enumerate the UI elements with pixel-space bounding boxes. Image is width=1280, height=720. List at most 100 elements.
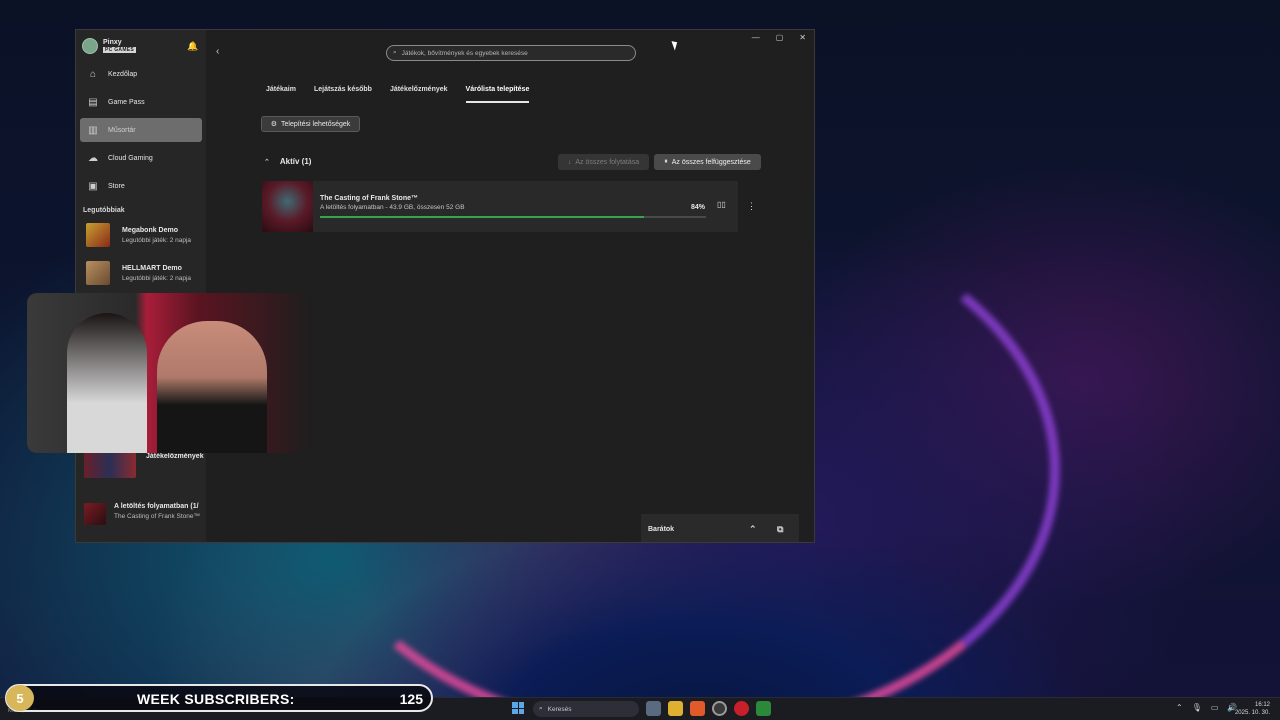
sidebar-item-label: Store [108, 182, 125, 190]
goal-label: WEEK SUBSCRIBERS: [137, 691, 295, 707]
recent-title: HELLMART Demo [122, 264, 182, 272]
maximize-button[interactable]: ▢ [776, 33, 784, 42]
history-label: Játékelőzmények [146, 453, 204, 460]
sidebar-nav: ⌂ Kezdőlap ▤ Game Pass ▥ Műsortár ☁ Clou… [80, 62, 202, 202]
xbox-icon[interactable] [756, 701, 771, 716]
progress-fill [320, 216, 645, 218]
tab-play-later[interactable]: Lejátszás később [314, 86, 372, 103]
active-section-header[interactable]: ⌃ Aktív (1) [264, 157, 311, 166]
pause-all-button[interactable]: ⏸ Az összes felfüggesztése [654, 154, 761, 170]
minimize-button[interactable]: — [752, 33, 760, 42]
microphone-icon[interactable]: 🎙 [1192, 703, 1202, 712]
game-pass-icon: ▤ [88, 96, 98, 108]
chevron-up-icon: ⌃ [264, 158, 270, 166]
home-icon: ⌂ [89, 68, 97, 80]
goal-count: 125 [399, 691, 423, 707]
library-icon: ▥ [88, 124, 98, 136]
download-status: A letöltés folyamatban - 43.9 GB, összes… [320, 204, 465, 211]
obs-icon[interactable] [712, 701, 727, 716]
pause-download-icon[interactable]: ▯▯ [717, 200, 726, 209]
sidebar-item-label: Kezdőlap [108, 70, 138, 78]
sidebar: Pinxy PC GAMES 🔔 ⌂ Kezdőlap ▤ Game Pass … [76, 30, 206, 542]
clock-time: 16:12 [1254, 702, 1270, 708]
taskbar-search[interactable]: ⌕ Keresés [533, 701, 639, 717]
profile[interactable]: Pinxy PC GAMES [82, 38, 137, 54]
red-app-icon[interactable] [734, 701, 749, 716]
profile-tag: PC GAMES [103, 47, 137, 53]
history-entry[interactable]: Játékelőzmények [84, 452, 204, 478]
pause-icon: ⏸ [664, 158, 668, 165]
active-section-label: Aktív (1) [279, 157, 312, 166]
subscriber-goal-overlay: 5 WEEK SUBSCRIBERS: 125 [5, 684, 433, 712]
taskbar-search-label: Keresés [547, 705, 572, 713]
download-status-entry[interactable]: A letöltés folyamatban (1/ The Casting o… [84, 503, 200, 525]
search-icon: ⌕ [539, 705, 543, 712]
search-input[interactable]: ⌕ Játékok, bővítmények és egyebek keresé… [386, 45, 636, 61]
game-cover [262, 181, 313, 232]
sidebar-item-label: Game Pass [108, 98, 145, 106]
sidebar-item-label: Cloud Gaming [108, 154, 153, 162]
close-button[interactable]: ✕ [799, 33, 806, 42]
recent-subtitle: Legutóbbi játék: 2 napja [122, 274, 192, 282]
game-thumbnail [86, 261, 110, 285]
sidebar-item-cloud-gaming[interactable]: ☁ Cloud Gaming [80, 146, 202, 170]
gear-icon: ⚙ [270, 121, 277, 128]
avatar [82, 38, 98, 54]
streamer-right [157, 321, 267, 453]
goal-badge: 5 [6, 685, 34, 711]
recent-section-label: Legutóbbiak [83, 207, 125, 214]
taskbar-apps [646, 701, 771, 716]
back-icon[interactable]: ‹ [216, 46, 219, 57]
file-explorer-icon[interactable] [668, 701, 683, 716]
network-icon[interactable]: ▭ [1211, 703, 1219, 712]
tab-history[interactable]: Játékelőzmények [390, 86, 448, 103]
popout-icon[interactable]: ⧉ [777, 524, 783, 535]
tab-bar: Játékaim Lejátszás később Játékelőzménye… [266, 86, 530, 103]
download-thumbnail [84, 503, 106, 525]
friends-panel[interactable]: Barátok ⌃ ⧉ [641, 514, 799, 542]
sidebar-item-store[interactable]: ▣ Store [80, 174, 202, 198]
install-options-button[interactable]: ⚙ Telepítési lehetőségek [261, 116, 360, 132]
resume-all-button[interactable]: ↓ Az összes folytatása [558, 154, 649, 170]
download-item[interactable]: The Casting of Frank Stone™ A letöltés f… [262, 181, 738, 232]
streamer-left [67, 313, 147, 453]
more-options-icon[interactable]: ⋮ [747, 201, 756, 212]
chevron-up-icon[interactable]: ⌃ [749, 524, 757, 535]
sidebar-item-game-pass[interactable]: ▤ Game Pass [80, 90, 202, 114]
recent-item-hellmart[interactable]: HELLMART Demo Legutóbbi játék: 2 napja [86, 261, 191, 285]
brave-browser-icon[interactable] [690, 701, 705, 716]
history-thumbnail [84, 452, 136, 478]
clock-date: 2025. 10. 30. [1234, 710, 1270, 716]
chevron-up-icon[interactable]: ⌃ [1176, 703, 1183, 712]
windows-start-icon[interactable] [512, 702, 524, 714]
search-icon: ⌕ [393, 49, 397, 56]
download-status-game: The Casting of Frank Stone™ [114, 513, 200, 520]
friends-label: Barátok [648, 525, 675, 533]
sidebar-item-library[interactable]: ▥ Műsortár [80, 118, 202, 142]
sidebar-item-home[interactable]: ⌂ Kezdőlap [80, 62, 202, 86]
profile-name: Pinxy [103, 39, 122, 46]
task-view-icon[interactable] [646, 701, 661, 716]
main-content: ‹ ⌕ Játékok, bővítmények és egyebek kere… [206, 30, 814, 542]
window-controls: — ▢ ✕ [752, 33, 806, 42]
search-placeholder: Játékok, bővítmények és egyebek keresése [401, 49, 528, 57]
recent-subtitle: Legutóbbi játék: 2 napja [122, 236, 192, 244]
store-icon: ▣ [88, 180, 98, 192]
download-status-title: A letöltés folyamatban (1/ [114, 503, 199, 510]
sidebar-item-label: Műsortár [108, 126, 136, 134]
install-options-label: Telepítési lehetőségek [281, 120, 351, 128]
recent-item-megabonk[interactable]: Megabonk Demo Legutóbbi játék: 2 napja [86, 223, 191, 247]
download-percent: 84% [691, 204, 706, 211]
pause-all-label: Az összes felfüggesztése [671, 158, 751, 166]
game-title: The Casting of Frank Stone™ [320, 195, 419, 202]
recent-title: Megabonk Demo [122, 226, 179, 234]
tab-install-queue[interactable]: Várólista telepítése [465, 86, 530, 103]
system-tray: ⌃ 🎙 ▭ 🔊 [1176, 703, 1237, 712]
taskbar-clock[interactable]: 16:12 2025. 10. 30. [1235, 701, 1270, 717]
game-thumbnail [86, 223, 110, 247]
resume-all-label: Az összes folytatása [575, 158, 640, 166]
cloud-icon: ☁ [88, 152, 98, 164]
bell-icon[interactable]: 🔔 [187, 41, 198, 52]
progress-bar [320, 216, 706, 218]
tab-my-games[interactable]: Játékaim [266, 86, 296, 103]
